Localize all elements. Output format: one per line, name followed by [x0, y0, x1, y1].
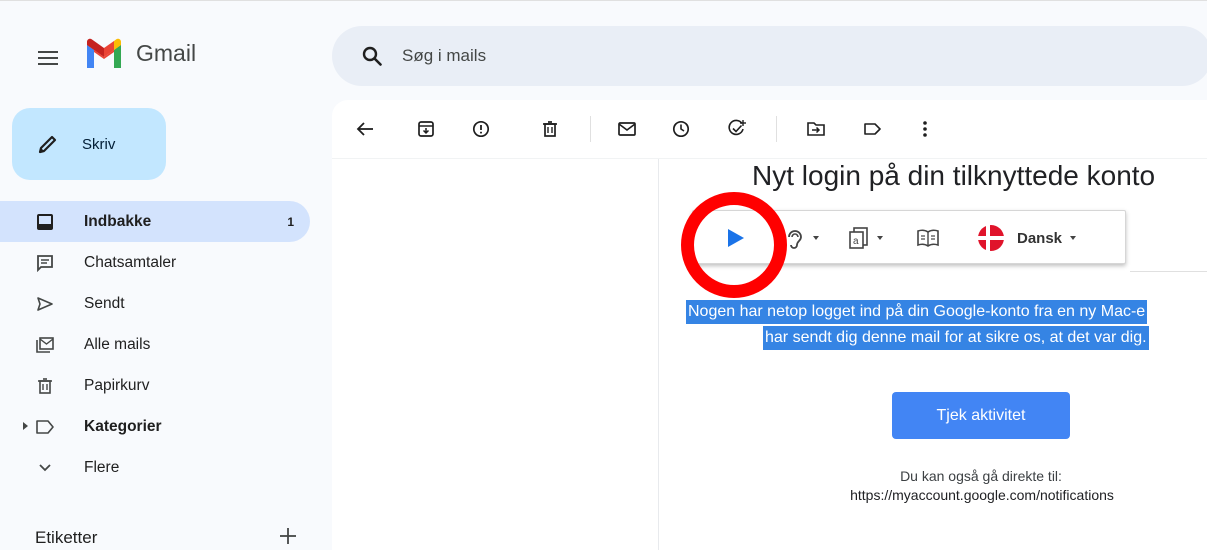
svg-text:a: a — [853, 236, 859, 247]
sidebar-item-inbox[interactable]: Indbakke 1 — [0, 201, 310, 242]
gmail-app: Gmail Skriv Indbakke 1 — [0, 0, 1207, 550]
compose-label: Skriv — [82, 135, 116, 153]
more-vert-icon[interactable] — [912, 116, 938, 142]
search-input[interactable] — [402, 46, 1002, 66]
plus-icon — [280, 528, 296, 544]
send-icon — [35, 294, 55, 314]
play-icon — [728, 229, 744, 247]
sidebar-item-label: Flere — [84, 458, 120, 476]
reading-mode-button[interactable]: a — [849, 225, 883, 251]
search-bar[interactable] — [332, 26, 1207, 86]
toolbar-separator — [590, 116, 591, 142]
sidebar-item-label: Alle mails — [84, 335, 151, 353]
label-icon[interactable] — [860, 116, 886, 142]
check-activity-button[interactable]: Tjek aktivitet — [892, 392, 1070, 439]
email-body-line-1: Nogen har netop logget ind på din Google… — [686, 300, 1148, 324]
main-menu-button[interactable] — [30, 40, 66, 76]
add-label-button[interactable] — [276, 524, 300, 548]
back-arrow-icon[interactable] — [352, 116, 378, 142]
language-selector[interactable]: Dansk — [977, 225, 1077, 251]
dictionary-button[interactable] — [917, 225, 939, 251]
play-button[interactable] — [727, 225, 745, 251]
read-aloud-toolbar: a Dansk — [692, 210, 1126, 264]
sidebar-item-chats[interactable]: Chatsamtaler — [0, 242, 310, 283]
compose-button[interactable]: Skriv — [12, 108, 166, 180]
app-name: Gmail — [136, 39, 197, 66]
notifications-link[interactable]: https://myaccount.google.com/notificatio… — [787, 485, 1177, 505]
archive-icon[interactable] — [413, 116, 439, 142]
move-to-icon[interactable] — [803, 116, 829, 142]
expand-caret-icon[interactable] — [23, 422, 28, 430]
hamburger-menu-icon — [38, 51, 58, 65]
message-toolbar — [332, 100, 1207, 158]
add-task-icon[interactable] — [724, 116, 750, 142]
gmail-m-icon — [87, 38, 121, 68]
sidebar-nav: Indbakke 1 Chatsamtaler Sendt Alle mails — [0, 201, 320, 488]
unread-count: 1 — [287, 214, 294, 229]
chat-icon — [35, 253, 55, 273]
chevron-down-icon — [35, 458, 55, 478]
sidebar-item-label: Indbakke — [84, 212, 152, 230]
voice-icon — [788, 230, 802, 249]
sidebar-item-more[interactable]: Flere — [0, 447, 310, 488]
sidebar-item-label: Papirkurv — [84, 376, 150, 394]
report-spam-icon[interactable] — [468, 116, 494, 142]
top-border — [0, 0, 1207, 1]
mark-unread-icon[interactable] — [614, 116, 640, 142]
denmark-flag-icon — [978, 225, 1004, 251]
label-icon — [35, 417, 55, 437]
dropdown-caret-icon — [813, 236, 819, 240]
inbox-icon — [35, 212, 55, 232]
sidebar-item-label: Kategorier — [84, 417, 162, 435]
dictionary-icon — [917, 229, 939, 247]
sidebar-item-sent[interactable]: Sendt — [0, 283, 310, 324]
dropdown-caret-icon — [877, 236, 883, 240]
delete-icon[interactable] — [537, 116, 563, 142]
trash-icon — [35, 376, 55, 396]
direct-link-text: Du kan også gå direkte til: — [900, 468, 1062, 484]
toolbar-separator — [776, 116, 777, 142]
email-heading: Nyt login på din tilknyttede konto — [752, 160, 1156, 191]
search-icon[interactable] — [360, 44, 384, 68]
sidebar-item-label: Sendt — [84, 294, 125, 312]
content-divider — [1130, 271, 1207, 272]
reading-mode-icon: a — [849, 227, 868, 249]
toolbar-divider — [332, 158, 1207, 159]
email-body-line-2: har sendt dig denne mail for at sikre os… — [763, 326, 1149, 350]
voice-button[interactable] — [785, 225, 819, 251]
message-pane: Nyt login på din tilknyttede konto a Dan… — [332, 100, 1207, 550]
all-mail-icon — [35, 335, 55, 355]
email-body-border — [658, 159, 659, 550]
sidebar-item-label: Chatsamtaler — [84, 253, 177, 271]
sidebar-item-categories[interactable]: Kategorier — [0, 406, 310, 447]
gmail-logo[interactable]: Gmail — [84, 38, 196, 68]
pencil-icon — [36, 132, 60, 156]
snooze-icon[interactable] — [668, 116, 694, 142]
sidebar-item-all-mail[interactable]: Alle mails — [0, 324, 310, 365]
labels-heading: Etiketter — [35, 528, 98, 547]
dropdown-caret-icon — [1070, 236, 1077, 240]
language-label: Dansk — [1017, 229, 1063, 247]
sidebar-item-trash[interactable]: Papirkurv — [0, 365, 310, 406]
